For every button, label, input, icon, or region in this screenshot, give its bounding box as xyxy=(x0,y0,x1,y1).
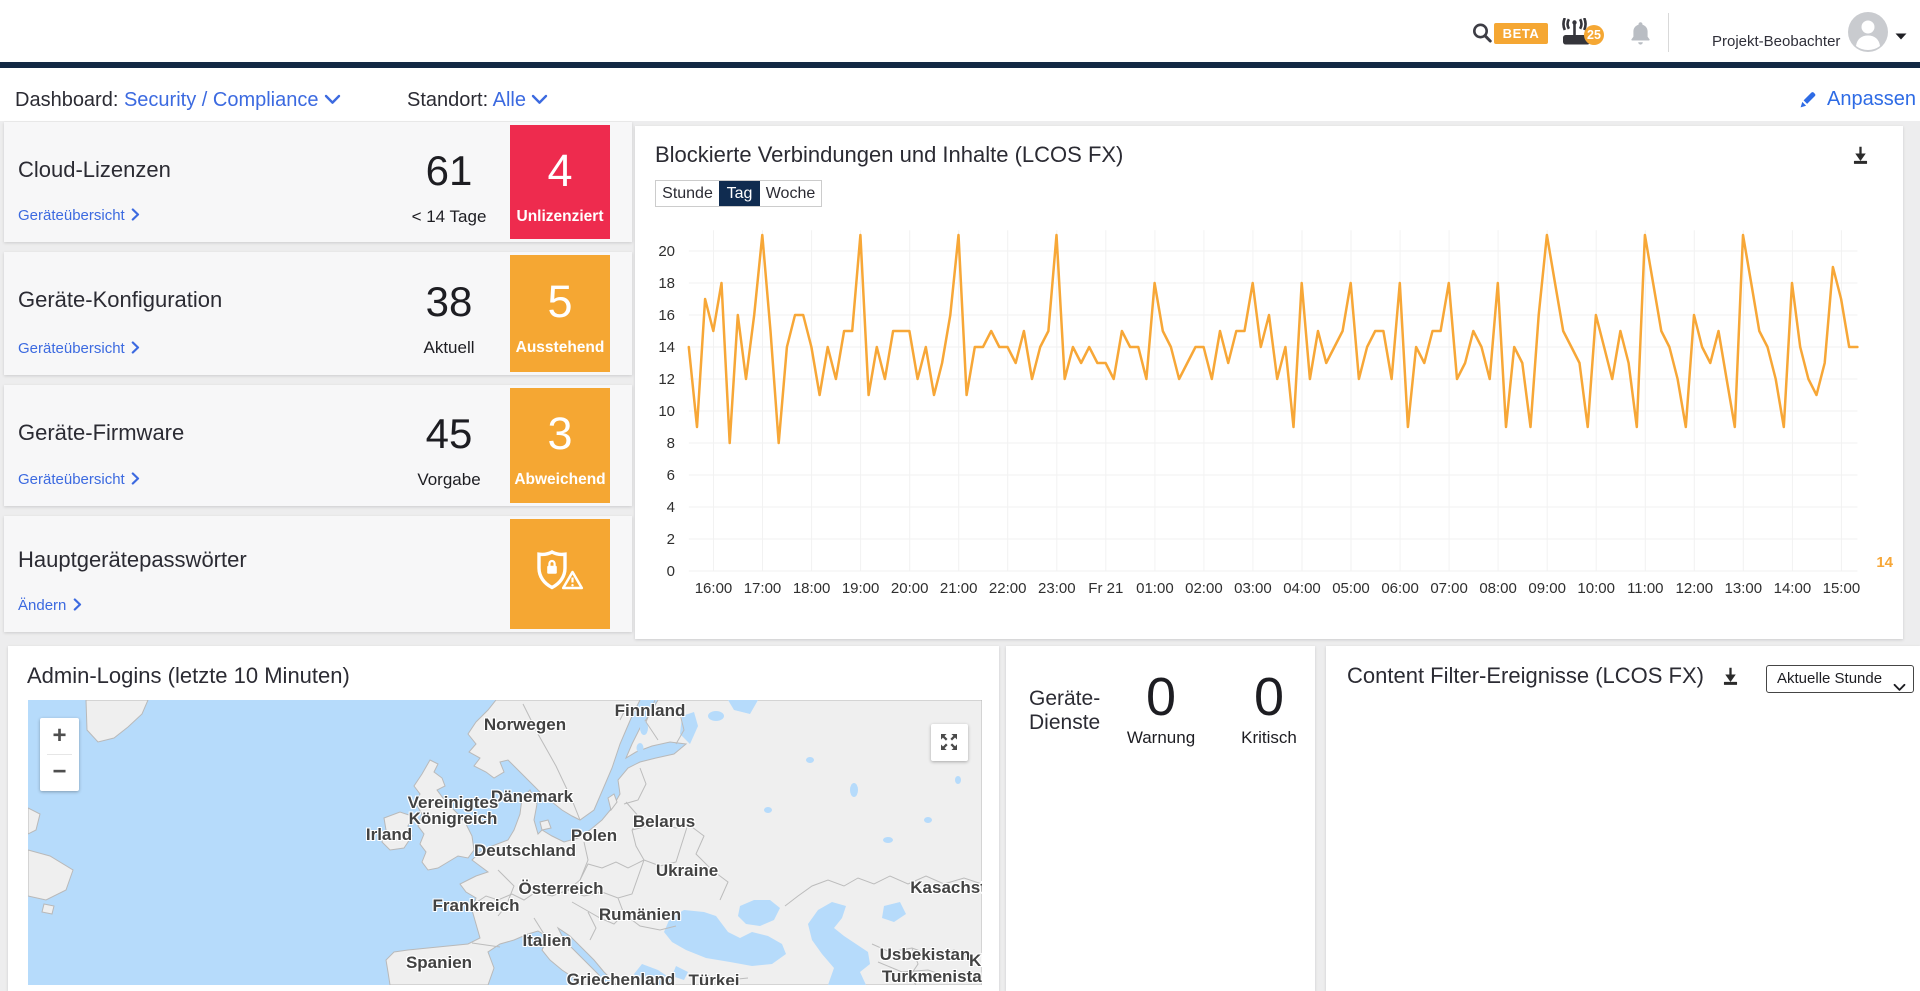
svg-text:19:00: 19:00 xyxy=(842,580,880,597)
svg-text:20:00: 20:00 xyxy=(891,580,929,597)
svg-text:14: 14 xyxy=(658,339,675,356)
svg-text:22:00: 22:00 xyxy=(989,580,1027,597)
svg-text:02:00: 02:00 xyxy=(1185,580,1223,597)
svg-text:21:00: 21:00 xyxy=(940,580,978,597)
svg-text:18:00: 18:00 xyxy=(793,580,831,597)
svg-text:04:00: 04:00 xyxy=(1283,580,1321,597)
svg-text:16:00: 16:00 xyxy=(695,580,733,597)
svg-text:14:00: 14:00 xyxy=(1774,580,1812,597)
svg-text:10: 10 xyxy=(658,403,675,420)
svg-text:07:00: 07:00 xyxy=(1430,580,1468,597)
svg-text:12:00: 12:00 xyxy=(1676,580,1714,597)
svg-text:2: 2 xyxy=(667,531,675,548)
svg-text:4: 4 xyxy=(667,499,675,516)
svg-text:12: 12 xyxy=(658,371,675,388)
svg-text:0: 0 xyxy=(667,563,675,580)
svg-text:03:00: 03:00 xyxy=(1234,580,1272,597)
svg-text:13:00: 13:00 xyxy=(1725,580,1763,597)
svg-text:14: 14 xyxy=(1876,554,1893,571)
svg-text:10:00: 10:00 xyxy=(1577,580,1615,597)
svg-text:01:00: 01:00 xyxy=(1136,580,1174,597)
svg-text:8: 8 xyxy=(667,435,675,452)
svg-text:06:00: 06:00 xyxy=(1381,580,1419,597)
svg-text:23:00: 23:00 xyxy=(1038,580,1076,597)
svg-text:11:00: 11:00 xyxy=(1627,580,1663,597)
svg-text:6: 6 xyxy=(667,467,675,484)
svg-text:09:00: 09:00 xyxy=(1528,580,1566,597)
svg-text:08:00: 08:00 xyxy=(1479,580,1517,597)
svg-text:15:00: 15:00 xyxy=(1823,580,1861,597)
svg-text:16: 16 xyxy=(658,307,675,324)
svg-text:17:00: 17:00 xyxy=(744,580,782,597)
svg-text:20: 20 xyxy=(658,243,675,260)
svg-text:Fr 21: Fr 21 xyxy=(1088,580,1123,597)
svg-text:18: 18 xyxy=(658,275,675,292)
svg-text:05:00: 05:00 xyxy=(1332,580,1370,597)
